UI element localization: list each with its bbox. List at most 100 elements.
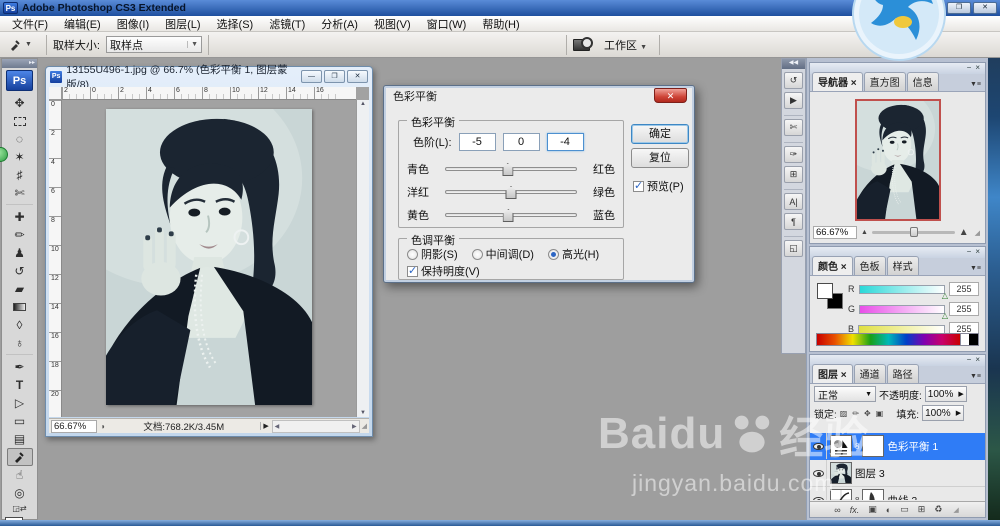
zoom-out-icon[interactable]: ▲ bbox=[861, 229, 868, 236]
clone-stamp-tool[interactable]: ♟ bbox=[7, 244, 33, 262]
curves-thumbnail[interactable] bbox=[830, 489, 852, 500]
new-group-icon[interactable]: ▭ bbox=[900, 504, 909, 515]
default-colors-icon[interactable]: ◲⇄ bbox=[12, 504, 28, 514]
add-mask-icon[interactable]: ▣ bbox=[868, 504, 877, 515]
tab-paths[interactable]: 路径 bbox=[886, 364, 919, 383]
tab-channels[interactable]: 通道 bbox=[853, 364, 886, 383]
slice-tool[interactable]: ✄ bbox=[7, 184, 33, 202]
blend-mode-dropdown[interactable]: 正常 ▼ bbox=[814, 386, 876, 402]
foreground-color-swatch[interactable] bbox=[817, 283, 833, 299]
document-titlebar[interactable]: Ps 13155U496-1.jpg @ 66.7% (色彩平衡 1, 图层蒙版… bbox=[46, 64, 372, 91]
go-to-bridge-icon[interactable] bbox=[573, 36, 593, 51]
panel-close-icon[interactable]: × bbox=[973, 355, 982, 364]
reset-button[interactable]: 复位 bbox=[631, 148, 689, 168]
rectangular-marquee-tool[interactable] bbox=[7, 112, 33, 130]
resize-grip-icon[interactable]: ◢ bbox=[951, 506, 960, 514]
menu-item-help[interactable]: 帮助(H) bbox=[474, 16, 527, 32]
lock-all-icon[interactable]: ▣ bbox=[876, 409, 886, 418]
dialog-titlebar[interactable]: 色彩平衡 bbox=[384, 86, 694, 106]
layer-mask-thumbnail[interactable] bbox=[862, 489, 885, 500]
tab-navigator[interactable]: 导航器 × bbox=[812, 72, 863, 91]
resize-grip-icon[interactable]: ◢ bbox=[360, 422, 369, 430]
visibility-toggle[interactable] bbox=[810, 460, 827, 486]
levels-input-2[interactable]: 0 bbox=[502, 133, 540, 151]
cyan-red-slider[interactable] bbox=[445, 163, 577, 176]
vertical-scrollbar[interactable]: ▲ ▼ bbox=[356, 100, 369, 417]
tab-color[interactable]: 颜色 × bbox=[812, 256, 853, 275]
slider-thumb-icon[interactable]: △ bbox=[942, 311, 948, 320]
panel-close-icon[interactable]: × bbox=[973, 63, 982, 72]
zoom-in-icon[interactable]: ▲ bbox=[959, 227, 969, 238]
slider-thumb[interactable] bbox=[910, 227, 918, 237]
horizontal-scrollbar[interactable]: ◀ ▶ bbox=[271, 419, 360, 433]
layer-style-icon[interactable]: fx. bbox=[850, 505, 860, 515]
maximize-icon[interactable]: ❐ bbox=[947, 2, 971, 14]
lock-transparency-icon[interactable]: ▨ bbox=[840, 409, 850, 418]
gradient-tool[interactable] bbox=[7, 298, 33, 316]
panel-menu-icon[interactable]: ▼≡ bbox=[968, 265, 983, 275]
scroll-right-icon[interactable]: ▶ bbox=[352, 423, 357, 430]
menu-item-edit[interactable]: 编辑(E) bbox=[56, 16, 109, 32]
move-tool[interactable]: ✥ bbox=[7, 94, 33, 112]
zoom-tool[interactable]: ◎ bbox=[7, 484, 33, 502]
notes-tool[interactable]: ▤ bbox=[7, 430, 33, 448]
clone-source-panel-icon[interactable]: ⊞ bbox=[784, 166, 803, 183]
paragraph-panel-icon[interactable]: ¶ bbox=[784, 213, 803, 230]
menu-item-image[interactable]: 图像(I) bbox=[109, 16, 157, 32]
character-panel-icon[interactable]: A| bbox=[784, 193, 803, 210]
toolbox-collapse-bar[interactable]: ▸▸ bbox=[2, 59, 37, 68]
layer-row-color-balance[interactable]: 8 色彩平衡 1 bbox=[810, 433, 985, 460]
new-layer-icon[interactable]: ⊞ bbox=[918, 504, 926, 515]
slider-thumb[interactable] bbox=[502, 209, 514, 222]
resize-grip-icon[interactable]: ◢ bbox=[973, 229, 982, 237]
type-tool[interactable]: T bbox=[7, 376, 33, 394]
menu-item-layer[interactable]: 图层(L) bbox=[157, 16, 208, 32]
tab-layers[interactable]: 图层 × bbox=[812, 364, 853, 383]
ok-button[interactable]: 确定 bbox=[631, 124, 689, 144]
close-icon[interactable]: ✕ bbox=[973, 2, 997, 14]
menu-item-select[interactable]: 选择(S) bbox=[209, 16, 262, 32]
navigator-zoom-slider[interactable] bbox=[871, 227, 955, 237]
slider-thumb[interactable] bbox=[502, 163, 514, 176]
menu-item-analysis[interactable]: 分析(A) bbox=[313, 16, 366, 32]
red-slider[interactable]: △ bbox=[858, 284, 948, 300]
doc-minimize-icon[interactable]: — bbox=[301, 70, 322, 83]
lock-paint-icon[interactable]: ✏ bbox=[852, 409, 861, 418]
dialog-close-icon[interactable]: ✕ bbox=[654, 88, 687, 103]
doc-restore-icon[interactable]: ❐ bbox=[324, 70, 345, 83]
panel-menu-icon[interactable]: ▼≡ bbox=[968, 81, 983, 91]
spectrum[interactable] bbox=[817, 334, 960, 345]
panel-menu-icon[interactable]: ▼≡ bbox=[968, 373, 983, 383]
history-brush-tool[interactable]: ↺ bbox=[7, 262, 33, 280]
status-menu-arrow-icon[interactable]: ▶ bbox=[259, 422, 272, 430]
black-cell[interactable] bbox=[969, 334, 978, 345]
visibility-toggle[interactable] bbox=[810, 487, 827, 500]
current-tool-preset[interactable]: ▼ bbox=[0, 38, 40, 52]
tool-presets-panel-icon[interactable]: ✄ bbox=[784, 119, 803, 136]
layer-mask-thumbnail[interactable] bbox=[862, 435, 885, 457]
tab-styles[interactable]: 样式 bbox=[886, 256, 919, 275]
window-titlebar[interactable]: Ps Adobe Photoshop CS3 Extended — ❐ ✕ bbox=[0, 0, 1000, 16]
yellow-blue-slider[interactable] bbox=[445, 209, 577, 222]
scroll-left-icon[interactable]: ◀ bbox=[275, 423, 280, 430]
levels-input-1[interactable]: -5 bbox=[458, 133, 496, 151]
sample-size-dropdown[interactable]: 取样点 ▼ bbox=[106, 36, 202, 53]
scroll-up-icon[interactable]: ▲ bbox=[360, 101, 366, 107]
tab-histogram[interactable]: 直方图 bbox=[863, 72, 906, 91]
layer-row-curves[interactable]: 8 曲线 2 bbox=[810, 487, 985, 500]
path-selection-tool[interactable]: ▷ bbox=[7, 394, 33, 412]
adjustment-thumbnail[interactable] bbox=[830, 435, 852, 457]
crop-tool[interactable]: ♯ bbox=[7, 166, 33, 184]
tab-close-icon[interactable]: × bbox=[841, 262, 847, 273]
menu-item-filter[interactable]: 滤镜(T) bbox=[261, 16, 313, 32]
layer-row-image[interactable]: 图层 3 bbox=[810, 460, 985, 487]
menu-item-window[interactable]: 窗口(W) bbox=[419, 16, 475, 32]
dodge-tool[interactable]: ♁ bbox=[7, 334, 33, 352]
color-ramp[interactable] bbox=[816, 333, 979, 346]
layer-thumbnail[interactable] bbox=[830, 462, 852, 484]
eraser-tool[interactable]: ▰ bbox=[7, 280, 33, 298]
brush-tool[interactable]: ✏ bbox=[7, 226, 33, 244]
tab-close-icon[interactable]: × bbox=[851, 78, 857, 89]
preview-checkbox[interactable]: 预览(P) bbox=[633, 178, 684, 194]
green-value-input[interactable]: 255 bbox=[949, 302, 979, 316]
